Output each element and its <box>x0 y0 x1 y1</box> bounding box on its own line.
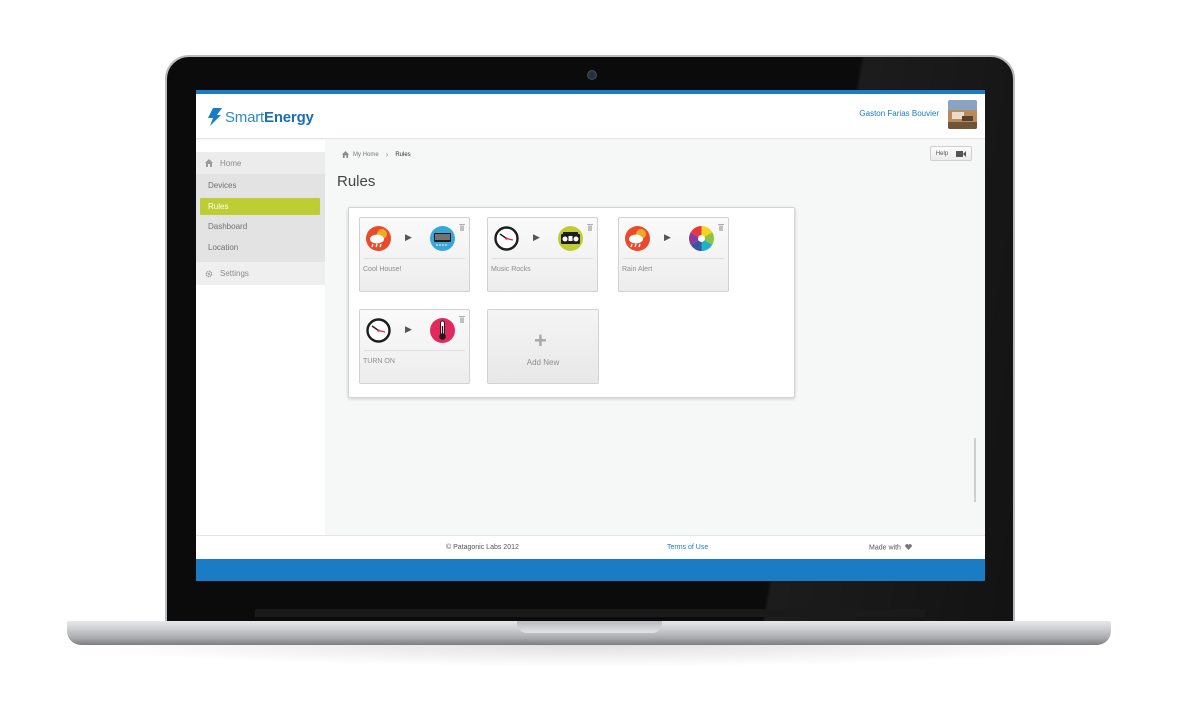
stereo-icon <box>558 226 583 251</box>
color-wheel-icon <box>689 226 714 251</box>
help-button[interactable]: Help <box>930 146 972 161</box>
trash-icon[interactable] <box>587 223 593 231</box>
sidebar-item-devices[interactable]: Devices <box>208 181 236 190</box>
app-header: SmartEnergy Gaston Farias Bouvier <box>196 94 985 139</box>
sidebar-item-home[interactable]: Home <box>196 152 325 174</box>
heart-icon <box>905 544 912 550</box>
sidebar: Home Devices Rules Dashboard Location Se… <box>196 140 325 535</box>
avatar[interactable] <box>948 100 977 129</box>
footer: © Patagonic Labs 2012 Terms of Use Made … <box>196 535 985 559</box>
rule-card-music-rocks[interactable]: ▶ Music Rocks <box>487 217 598 292</box>
rule-card-cool-house[interactable]: ▶ Cool House! <box>359 217 470 292</box>
sidebar-item-dashboard[interactable]: Dashboard <box>208 222 247 231</box>
footer-made-with: Made with <box>869 544 912 552</box>
logo-text-bold: Energy <box>264 108 314 126</box>
breadcrumb: My Home › Rules <box>342 150 411 159</box>
clock-icon <box>366 318 391 343</box>
arrow-right-icon: ▶ <box>405 232 412 242</box>
rule-name: Music Rocks <box>491 266 531 273</box>
bottom-accent-bar <box>196 559 985 581</box>
trash-icon[interactable] <box>718 223 724 231</box>
plus-icon: + <box>534 328 547 353</box>
rule-name: Rain Alert <box>622 266 653 273</box>
breadcrumb-current: Rules <box>395 151 411 158</box>
air-conditioner-icon <box>430 226 455 251</box>
app-screen: SmartEnergy Gaston Farias Bouvier Home D… <box>196 90 985 581</box>
sidebar-item-rules[interactable]: Rules <box>200 198 320 215</box>
footer-copyright: © Patagonic Labs 2012 <box>446 544 519 551</box>
rules-panel: ▶ Cool House! ▶ Music Rocks ▶ Rain Alert… <box>348 207 795 398</box>
trash-icon[interactable] <box>459 223 465 231</box>
laptop-notch <box>517 621 662 633</box>
logo[interactable]: SmartEnergy <box>208 108 314 126</box>
scrollbar[interactable] <box>974 438 976 502</box>
home-icon <box>205 159 213 167</box>
rule-name: TURN ON <box>363 358 395 365</box>
rule-name: Cool House! <box>363 266 402 273</box>
bolt-icon <box>208 108 222 126</box>
sidebar-item-settings[interactable]: Settings <box>196 262 325 285</box>
help-label: Help <box>935 150 949 157</box>
home-icon <box>342 151 349 158</box>
thermometer-icon <box>430 318 455 343</box>
rule-card-rain-alert[interactable]: ▶ Rain Alert <box>618 217 729 292</box>
sidebar-item-label: Settings <box>220 269 249 278</box>
sidebar-item-location[interactable]: Location <box>208 243 238 252</box>
sidebar-submenu: Devices Rules Dashboard Location <box>196 174 325 262</box>
logo-text-light: Smart <box>225 108 265 126</box>
weather-icon <box>625 226 650 251</box>
page-title: Rules <box>337 173 376 190</box>
arrow-right-icon: ▶ <box>405 324 412 334</box>
rule-card-turn-on[interactable]: ▶ TURN ON <box>359 309 470 384</box>
breadcrumb-home[interactable]: My Home <box>353 152 379 158</box>
trash-icon[interactable] <box>459 315 465 323</box>
gear-icon <box>205 270 213 277</box>
webcam <box>587 70 597 80</box>
clock-icon <box>494 226 519 251</box>
sidebar-item-label: Home <box>220 158 242 168</box>
arrow-right-icon: ▶ <box>533 232 540 242</box>
laptop-hinge <box>255 609 925 617</box>
user-name[interactable]: Gaston Farias Bouvier <box>859 109 939 118</box>
arrow-right-icon: ▶ <box>664 232 671 242</box>
weather-icon <box>366 226 391 251</box>
add-new-label: Add New <box>526 358 560 367</box>
add-rule-button[interactable]: + Add New <box>487 309 599 384</box>
terms-of-use-link[interactable]: Terms of Use <box>667 544 708 551</box>
chevron-right-icon: › <box>385 150 389 159</box>
video-camera-icon <box>956 150 967 157</box>
